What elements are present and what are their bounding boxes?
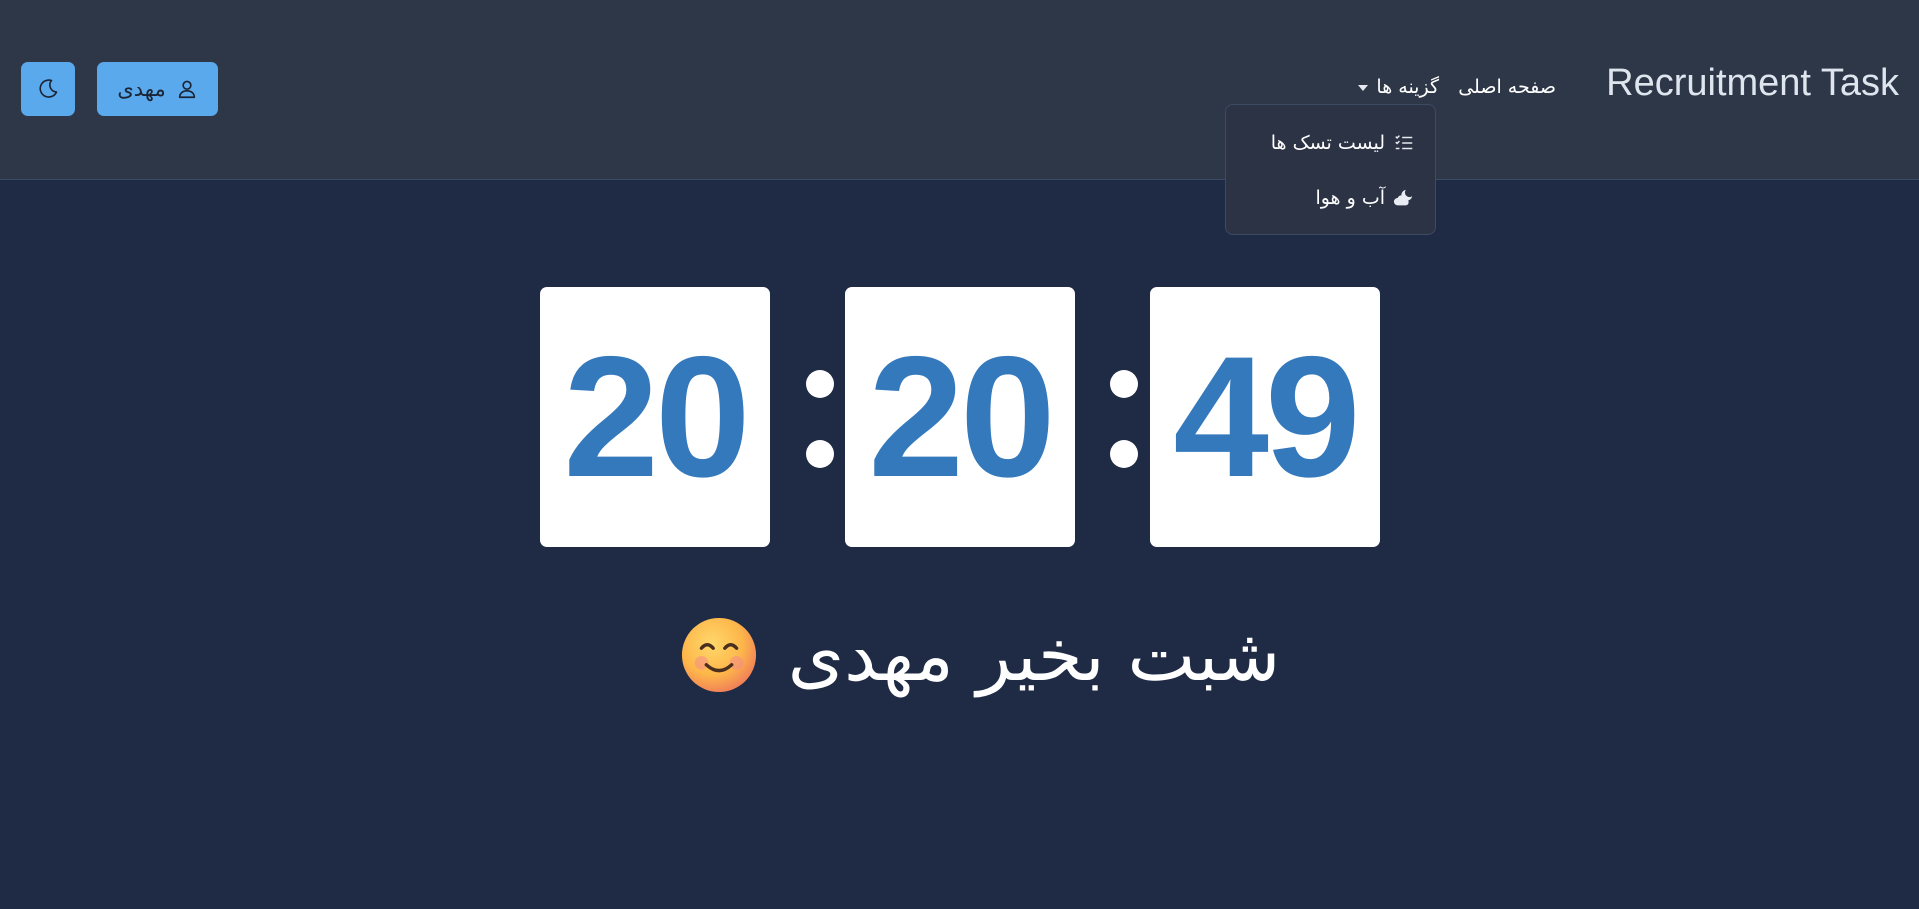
options-dropdown-menu: لیست تسک ها آب و هوا (1225, 104, 1436, 235)
nav-home-link[interactable]: صفحه اصلی (1458, 76, 1556, 98)
brand-title[interactable]: Recruitment Task (1606, 62, 1899, 105)
theme-toggle-button[interactable] (21, 62, 75, 116)
nav-options-dropdown[interactable]: گزینه ها (1358, 76, 1439, 98)
caret-down-icon (1358, 85, 1369, 91)
clock-seconds-card: 49 (1150, 287, 1380, 547)
dropdown-item-weather[interactable]: آب و هوا (1315, 187, 1415, 209)
clock-separator (1109, 370, 1139, 470)
moon-icon (39, 79, 58, 98)
smiling-face-icon (681, 617, 756, 693)
user-icon (178, 80, 195, 99)
dropdown-item-label: آب و هوا (1315, 187, 1385, 209)
task-list-icon (1395, 135, 1413, 150)
greeting-text: شبت بخیر مهدی (787, 613, 1281, 697)
clock-separator (805, 370, 835, 470)
navbar: Recruitment Task صفحه اصلی گزینه ها مهدی (0, 0, 1919, 180)
clock-hours-card: 20 (540, 287, 770, 547)
dropdown-item-task-list[interactable]: لیست تسک ها (1271, 132, 1415, 154)
greeting: شبت بخیر مهدی (660, 610, 1300, 700)
nav-options-label: گزینه ها (1376, 76, 1439, 98)
dropdown-item-label: لیست تسک ها (1270, 132, 1385, 154)
user-button-label: مهدی (117, 77, 166, 101)
user-button[interactable]: مهدی (97, 62, 218, 116)
clock-minutes-card: 20 (845, 287, 1075, 547)
weather-icon (1393, 189, 1413, 206)
